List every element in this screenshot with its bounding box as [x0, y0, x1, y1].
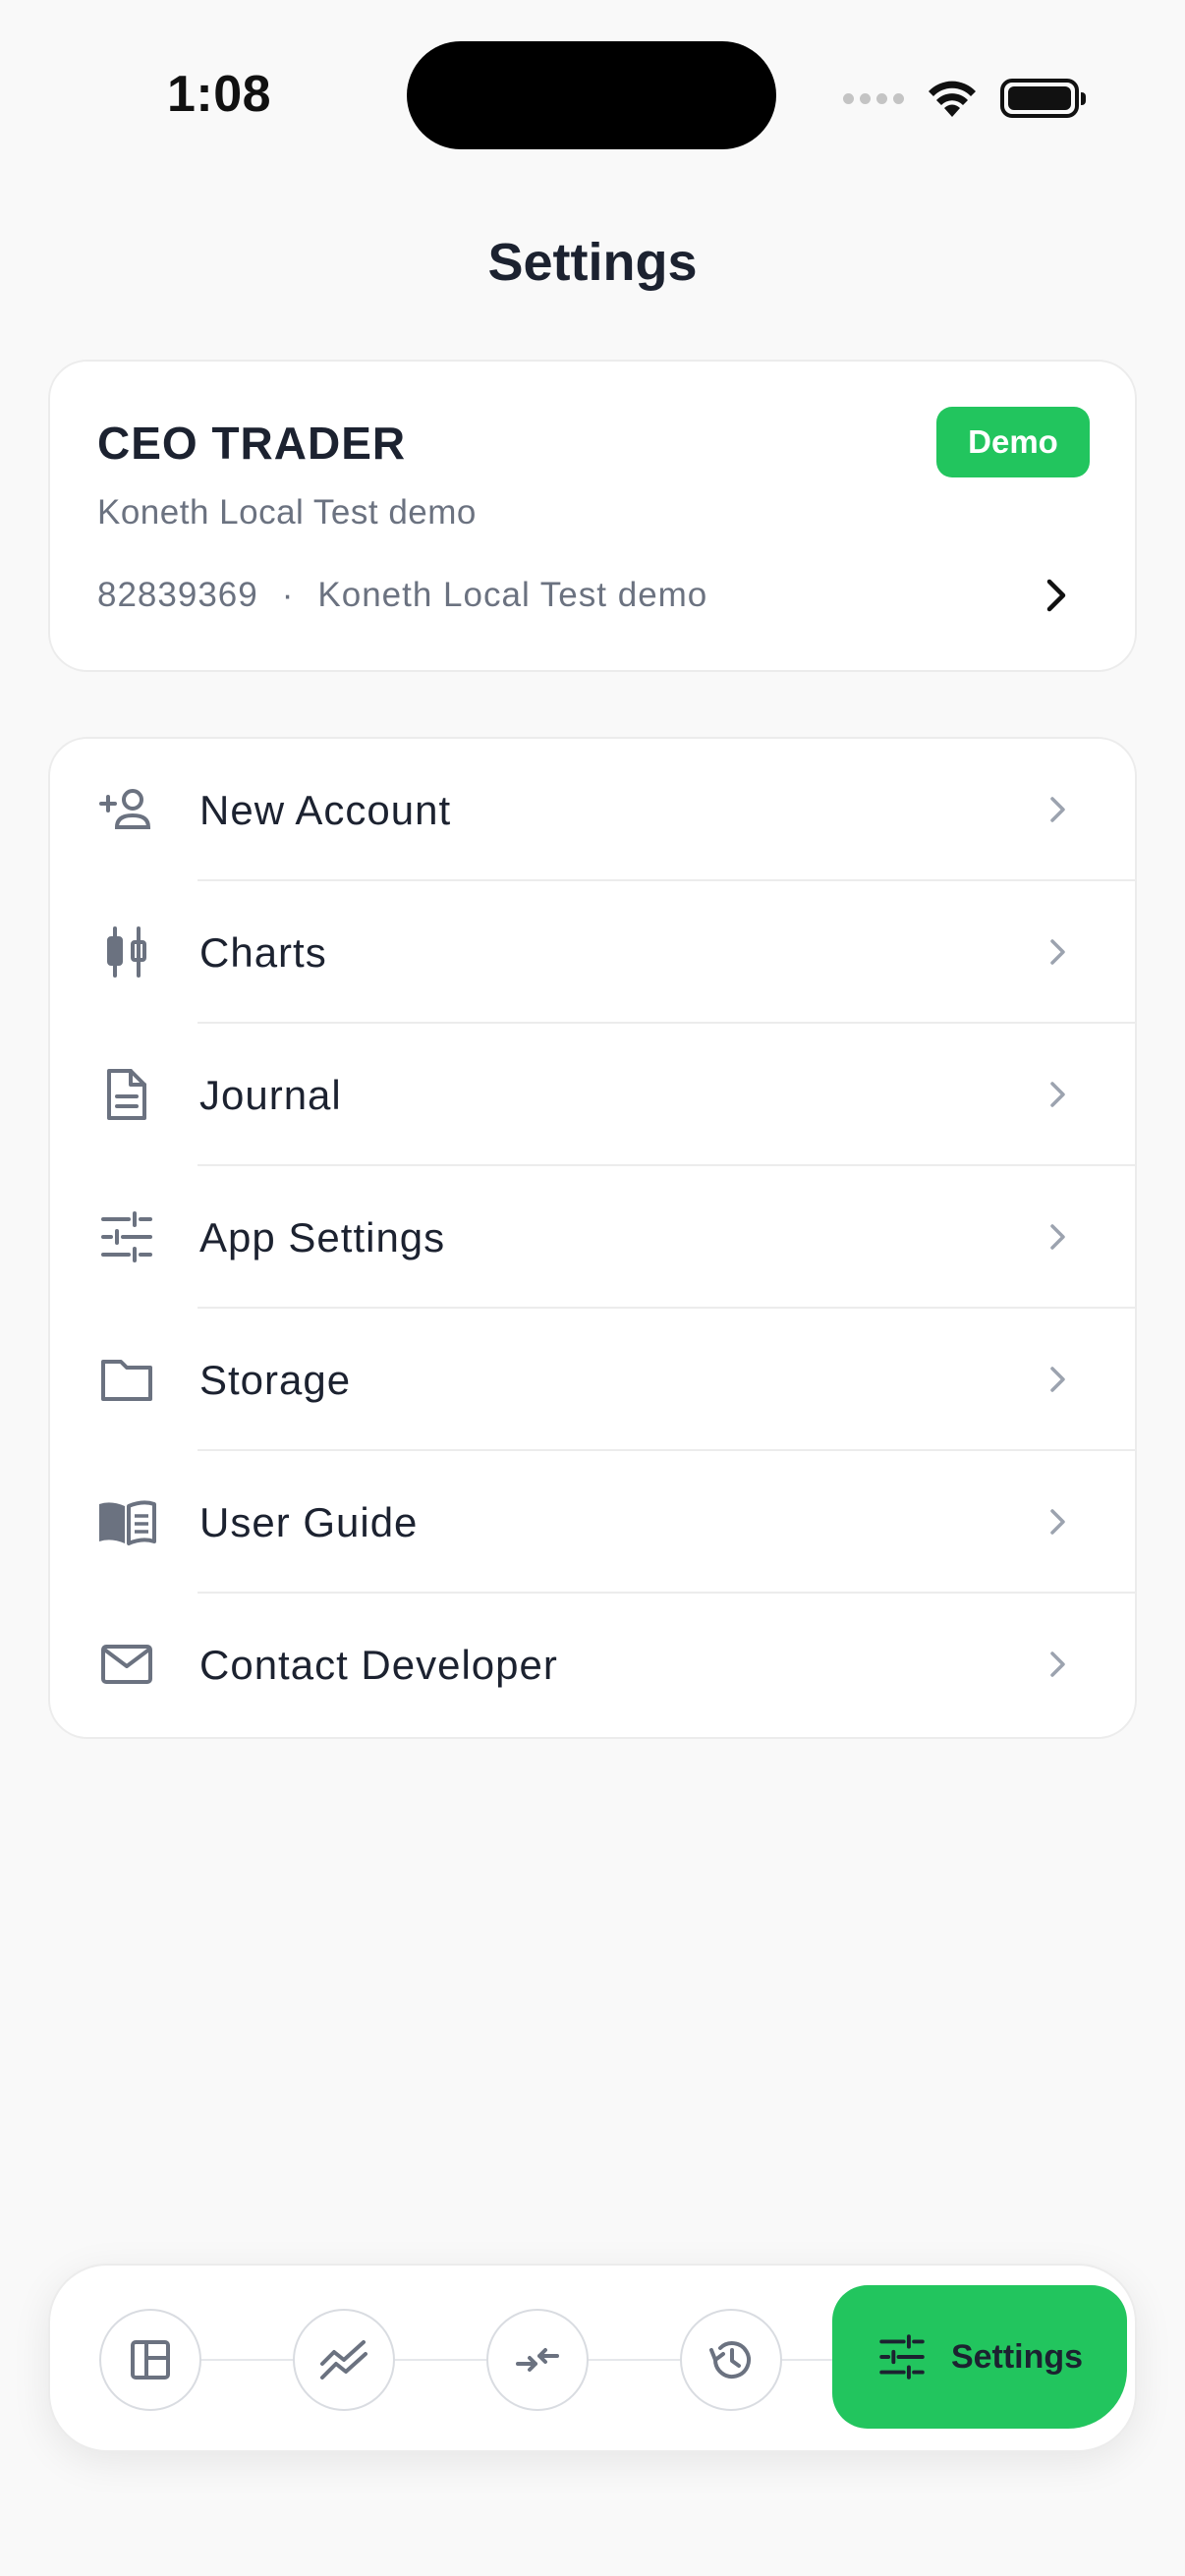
demo-badge: Demo — [936, 407, 1090, 477]
menu-item-new-account[interactable]: New Account — [50, 739, 1135, 881]
menu-item-label: App Settings — [199, 1213, 446, 1260]
menu-item-app-settings[interactable]: App Settings — [50, 1166, 1135, 1309]
dynamic-island — [407, 41, 776, 149]
battery-icon — [1000, 79, 1086, 118]
dashboard-icon — [131, 2340, 170, 2380]
nav-trade-button[interactable] — [486, 2309, 589, 2411]
chevron-right-icon — [1050, 1367, 1065, 1392]
chevron-right-icon[interactable] — [1037, 576, 1076, 615]
menu-item-label: Storage — [199, 1356, 352, 1403]
page-title: Settings — [487, 233, 698, 292]
account-details: 82839369 · Koneth Local Test demo — [97, 576, 707, 615]
menu-item-label: Contact Developer — [199, 1641, 558, 1688]
status-indicators — [843, 71, 1086, 126]
status-time: 1:08 — [167, 66, 272, 123]
chevron-right-icon — [1050, 1509, 1065, 1535]
account-separator: · — [281, 576, 295, 614]
trend-icon — [320, 2340, 367, 2380]
menu-item-user-guide[interactable]: User Guide — [50, 1451, 1135, 1594]
history-icon — [709, 2341, 751, 2380]
menu-item-journal[interactable]: Journal — [50, 1024, 1135, 1166]
menu-item-label: New Account — [199, 786, 452, 833]
sliders-icon — [879, 2334, 925, 2380]
settings-menu: New Account Charts Journal App Settings … — [48, 737, 1137, 1739]
folder-icon — [101, 1360, 152, 1401]
document-icon — [107, 1069, 146, 1120]
account-subtitle: Koneth Local Test demo — [97, 493, 477, 532]
chevron-right-icon — [1050, 1082, 1065, 1107]
nav-settings-button[interactable]: Settings — [832, 2285, 1127, 2429]
chevron-right-icon — [1050, 1652, 1065, 1677]
bottom-nav: Settings — [48, 2264, 1137, 2452]
menu-item-label: User Guide — [199, 1498, 419, 1545]
chevron-right-icon — [1050, 939, 1065, 965]
account-number: 82839369 — [97, 576, 258, 614]
nav-settings-label: Settings — [950, 2337, 1084, 2376]
account-server: Koneth Local Test demo — [317, 576, 708, 614]
candlestick-icon — [107, 926, 146, 978]
nav-dashboard-button[interactable] — [99, 2309, 201, 2411]
menu-item-charts[interactable]: Charts — [50, 881, 1135, 1024]
book-icon — [99, 1500, 156, 1545]
trade-icon — [516, 2348, 559, 2372]
chevron-right-icon — [1050, 1224, 1065, 1250]
nav-history-button[interactable] — [680, 2309, 782, 2411]
settings-screen: 1:08 Settings CEO TRADER Demo Koneth Loc… — [0, 0, 1185, 2576]
add-person-icon — [99, 789, 151, 829]
sliders-icon — [101, 1211, 152, 1262]
account-name: CEO TRADER — [97, 418, 407, 469]
menu-item-contact-developer[interactable]: Contact Developer — [50, 1594, 1135, 1736]
wifi-icon — [929, 81, 976, 117]
menu-item-label: Charts — [199, 928, 327, 976]
mail-icon — [101, 1645, 152, 1684]
cellular-signal-icon — [843, 92, 904, 104]
menu-item-label: Journal — [199, 1071, 342, 1118]
nav-trend-button[interactable] — [293, 2309, 395, 2411]
account-card[interactable]: CEO TRADER Demo Koneth Local Test demo 8… — [48, 360, 1137, 672]
chevron-right-icon — [1050, 797, 1065, 822]
menu-item-storage[interactable]: Storage — [50, 1309, 1135, 1451]
